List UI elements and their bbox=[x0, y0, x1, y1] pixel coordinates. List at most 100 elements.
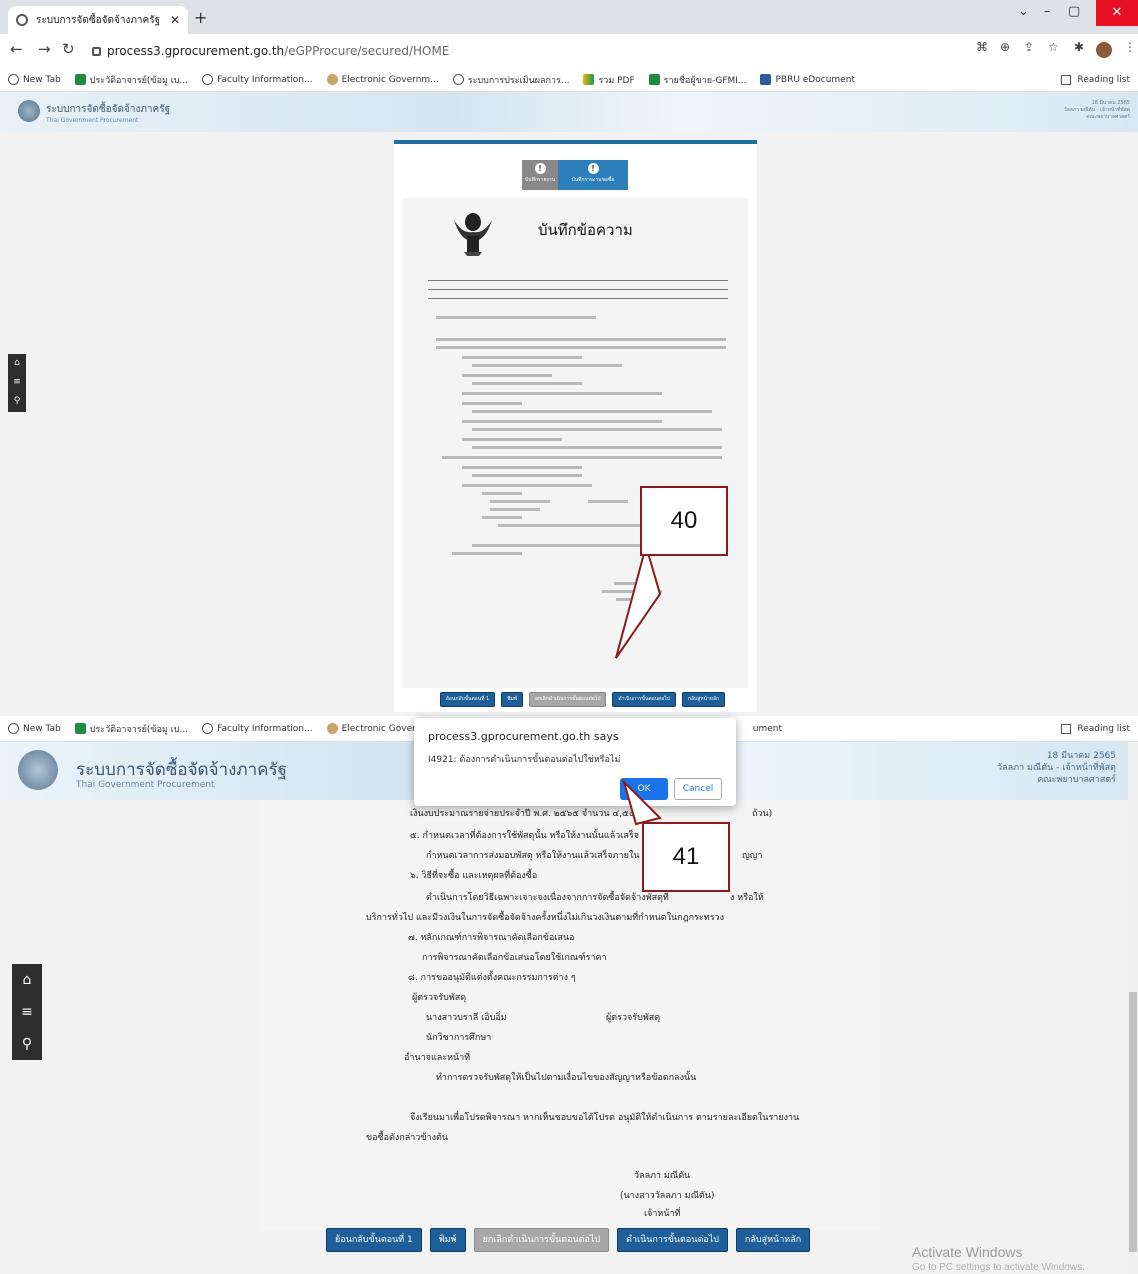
minimize-button[interactable]: – bbox=[1044, 4, 1051, 19]
zoom-icon[interactable]: ⊕ bbox=[1000, 40, 1010, 54]
new-tab-button[interactable]: + bbox=[194, 8, 207, 27]
text-line bbox=[472, 446, 722, 449]
tab-title: ระบบการจัดซื้อจัดจ้างภาครัฐ bbox=[36, 14, 161, 26]
next-step-button[interactable]: ดำเนินการขั้นตอนต่อไป bbox=[612, 692, 676, 707]
memo-title: บันทึกข้อความ bbox=[538, 221, 633, 239]
window-close-button[interactable]: ✕ bbox=[1096, 0, 1138, 26]
memo-line: ๗. หลักเกณฑ์การพิจารณาคัดเลือกข้อเสนอ bbox=[408, 933, 575, 943]
text-line bbox=[462, 356, 582, 359]
reading-list-button[interactable]: Reading list bbox=[1061, 74, 1130, 85]
bookmark-item[interactable]: ระบบการประเมินผลการ... bbox=[452, 73, 569, 87]
home-button[interactable]: กลับสู่หน้าหลัก bbox=[735, 1228, 811, 1252]
back-arrow-icon[interactable]: ← bbox=[10, 40, 23, 58]
scrollbar-thumb[interactable] bbox=[1129, 992, 1137, 1252]
callout-41: 41 bbox=[642, 822, 730, 892]
bookmark-item[interactable]: Faculty Information... bbox=[202, 723, 313, 734]
browser-tab[interactable]: ระบบการจัดซื้อจัดจ้างภาครัฐ ✕ bbox=[8, 6, 188, 34]
text-line bbox=[472, 364, 622, 367]
text-line bbox=[436, 338, 726, 341]
profile-avatar[interactable] bbox=[1096, 42, 1112, 58]
more-menu-icon[interactable]: ⋮ bbox=[1124, 40, 1136, 54]
user-info: 18 มีนาคม 2565 วัลลภา มณีตัน - เจ้าหน้าท… bbox=[1064, 100, 1130, 121]
memo-line: ทำการตรวจรับพัสดุให้เป็นไปตามเงื่อนไขของ… bbox=[436, 1073, 697, 1083]
memo-line: ถ้วน) bbox=[752, 809, 773, 819]
memo-header-lines bbox=[428, 272, 728, 299]
cancel-step-button[interactable]: ยกเลิกดำเนินการขั้นตอนต่อไป bbox=[473, 1228, 610, 1252]
callout-pointer-40 bbox=[615, 542, 662, 659]
text-line bbox=[472, 410, 712, 413]
bookmark-item[interactable]: รายชื่อผู้ขาย-GFMI... bbox=[648, 73, 746, 87]
dialog-cancel-button[interactable]: Cancel bbox=[674, 778, 722, 800]
bookmark-item[interactable]: รวม PDF bbox=[583, 73, 635, 87]
globe-icon bbox=[452, 74, 464, 85]
dept-name: คณะพยาบาลศาสตร์ bbox=[1086, 114, 1130, 120]
back-step-button[interactable]: ย้อนกลับขั้นตอนที่ 1 bbox=[440, 692, 496, 707]
reading-list-icon bbox=[1061, 74, 1072, 85]
globe-icon bbox=[16, 14, 28, 26]
user-info: 18 มีนาคม 2565 วัลลภา มณีตัน - เจ้าหน้าท… bbox=[997, 750, 1116, 786]
url-field[interactable]: process3.gprocurement.go.th /eGPProcure/… bbox=[84, 40, 449, 62]
memo-line: ขอซื้อดังกล่าวข้างต้น bbox=[366, 1133, 448, 1143]
text-line bbox=[462, 402, 522, 405]
bookmark-item[interactable]: ประวัติอาจารย์(ข้อมู เบ... bbox=[74, 722, 188, 736]
share-icon[interactable]: ⇪ bbox=[1024, 40, 1034, 54]
search-icon[interactable]: ⚲ bbox=[8, 392, 26, 411]
confirm-dialog: process3.gprocurement.go.th says I4921: … bbox=[414, 718, 736, 806]
cancel-step-button[interactable]: ยกเลิกดำเนินการขั้นตอนต่อไป bbox=[529, 692, 607, 707]
reading-list-icon bbox=[1061, 723, 1072, 734]
translate-icon[interactable]: ⌘ bbox=[976, 40, 988, 54]
bookmark-item[interactable]: New Tab bbox=[8, 74, 61, 85]
text-line bbox=[482, 492, 522, 495]
forward-arrow-icon[interactable]: → bbox=[38, 40, 51, 58]
memo-line: นักวิชาการศึกษา bbox=[426, 1033, 492, 1043]
memo-line: ดำเนินการโดยวิธีเฉพาะเจาะจงเนื่องจากการจ… bbox=[426, 893, 669, 903]
menu-icon[interactable]: ≡ bbox=[12, 996, 42, 1028]
site-logo bbox=[18, 750, 58, 790]
back-step-button[interactable]: ย้อนกลับขั้นตอนที่ 1 bbox=[326, 1228, 422, 1252]
text-line bbox=[462, 438, 562, 441]
step-tab-1[interactable]: ! บันทึกรายงาน bbox=[522, 160, 558, 190]
side-toolbar: ⌂ ≡ ⚲ bbox=[12, 964, 42, 1060]
text-line bbox=[472, 428, 722, 431]
bookmark-item[interactable]: Faculty Information... bbox=[202, 74, 313, 85]
home-icon[interactable]: ⌂ bbox=[12, 964, 42, 996]
text-line bbox=[462, 392, 662, 395]
chevron-down-icon[interactable]: ⌄ bbox=[1018, 4, 1029, 19]
info-icon: ! bbox=[534, 163, 546, 174]
extensions-icon[interactable]: ✱ bbox=[1074, 40, 1084, 54]
bookmark-item[interactable]: Electronic Governm... bbox=[326, 74, 439, 85]
star-icon[interactable]: ☆ bbox=[1048, 40, 1059, 54]
text-line bbox=[462, 466, 582, 469]
print-button[interactable]: พิมพ์ bbox=[501, 692, 524, 707]
site-subtitle: Thai Government Procurement bbox=[46, 117, 139, 124]
date-text: 18 มีนาคม 2565 bbox=[1091, 100, 1130, 106]
text-line bbox=[472, 474, 582, 477]
activate-windows-sub: Go to PC settings to activate Windows. bbox=[912, 1262, 1085, 1273]
reload-icon[interactable]: ↻ bbox=[62, 40, 75, 58]
menu-icon[interactable]: ≡ bbox=[8, 373, 26, 392]
search-icon[interactable]: ⚲ bbox=[12, 1028, 42, 1060]
sheet-icon bbox=[74, 723, 86, 734]
reading-list-button[interactable]: Reading list bbox=[1061, 723, 1130, 734]
memo-body: เงินงบประมาณรายจ่ายประจำปี พ.ศ. ๒๕๖๕ จำน… bbox=[260, 800, 880, 1230]
bookmark-item[interactable]: ument bbox=[753, 724, 782, 734]
print-button[interactable]: พิมพ์ bbox=[429, 1228, 466, 1252]
step-tab-2[interactable]: ! บันทึกรายงานขอซื้อ bbox=[558, 160, 628, 190]
memo-preview: บันทึกข้อความ bbox=[402, 198, 748, 688]
page-detail: ระบบการจัดซื้อจัดจ้างภาครัฐ Thai Governm… bbox=[0, 742, 1138, 1274]
bookmark-item[interactable]: PBRU eDocument bbox=[760, 74, 855, 85]
dept-name: คณะพยาบาลศาสตร์ bbox=[1037, 775, 1116, 785]
maximize-button[interactable]: ▢ bbox=[1068, 4, 1080, 19]
bookmark-item[interactable]: ประวัติอาจารย์(ข้อมู เบ... bbox=[74, 73, 188, 87]
dialog-message: I4921: ต้องการดำเนินการขั้นตอนต่อไปใช่หร… bbox=[428, 755, 621, 765]
home-icon[interactable]: ⌂ bbox=[8, 354, 26, 373]
text-line bbox=[452, 552, 522, 555]
text-line bbox=[462, 374, 552, 377]
close-tab-icon[interactable]: ✕ bbox=[170, 13, 180, 27]
site-header bbox=[0, 92, 1138, 132]
emblem-icon bbox=[326, 723, 338, 734]
text-line bbox=[588, 500, 628, 503]
next-step-button[interactable]: ดำเนินการขั้นตอนต่อไป bbox=[617, 1228, 728, 1252]
bookmark-item[interactable]: New Tab bbox=[8, 723, 61, 734]
home-button[interactable]: กลับสู่หน้าหลัก bbox=[681, 692, 726, 707]
